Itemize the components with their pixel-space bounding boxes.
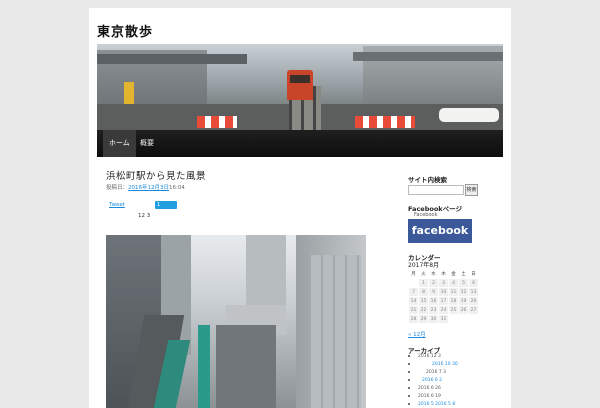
main-navigation: ホーム 概要: [97, 130, 503, 157]
calendar-day: 7: [409, 288, 418, 296]
calendar-day: 10: [439, 288, 448, 296]
calendar-day: 8: [419, 288, 428, 296]
archive-item[interactable]: 2016 10 30: [408, 362, 458, 367]
search-input[interactable]: [408, 185, 464, 195]
post-meta: 投稿日：2016年12月3日16:04: [106, 183, 185, 191]
calendar-day: 17: [439, 297, 448, 305]
search-widget-title: サイト内検索: [408, 176, 447, 184]
calendar-day: 24: [439, 306, 448, 314]
calendar-day: 2: [429, 279, 438, 287]
calendar-day: 13: [469, 288, 478, 296]
calendar-day: [459, 315, 468, 323]
weekday-label: 金: [451, 272, 456, 277]
tweet-button[interactable]: Tweet: [109, 202, 125, 208]
calendar-day: 9: [429, 288, 438, 296]
calendar-week-row: 21 22 23 24 25 26 27: [409, 306, 478, 314]
nav-item-about[interactable]: 概要: [134, 130, 160, 157]
weekday-label: 月: [411, 272, 416, 277]
calendar-day: 19: [459, 297, 468, 305]
calendar-day: 21: [409, 306, 418, 314]
header-image: [97, 44, 503, 130]
calendar-day: [449, 315, 458, 323]
post-photo: [106, 235, 366, 408]
weekday-label: 日: [471, 272, 476, 277]
calendar-day: 16: [429, 297, 438, 305]
calendar-day: 18: [449, 297, 458, 305]
archive-item[interactable]: 2016 6 26: [408, 386, 441, 391]
archive-item[interactable]: 2016 7 3: [408, 370, 446, 375]
calendar-prev-link[interactable]: « 12月: [408, 330, 426, 338]
calendar-day: 22: [419, 306, 428, 314]
calendar-week-row: 28 29 30 31: [409, 315, 478, 323]
weekday-label: 土: [461, 272, 466, 277]
calendar-day: 5: [459, 279, 468, 287]
search-button[interactable]: 検索: [465, 184, 478, 196]
calendar-week-row: 7 8 9 10 11 12 13: [409, 288, 478, 296]
archive-item[interactable]: 2016 12 3: [408, 354, 441, 359]
calendar-day: 25: [449, 306, 458, 314]
calendar-day: 3: [439, 279, 448, 287]
weekday-label: 木: [441, 272, 446, 277]
calendar-day: 6: [469, 279, 478, 287]
calendar-day: [469, 315, 478, 323]
page-container: 東京散歩 ホーム 概要 浜松町駅から見た風景 投稿日：2016年12月3日16:…: [89, 8, 511, 408]
calendar-day: 31: [439, 315, 448, 323]
calendar-day: 28: [409, 315, 418, 323]
calendar-day: 11: [449, 288, 458, 296]
calendar-caption: 2017年8月: [408, 262, 440, 269]
calendar-day: 1: [419, 279, 428, 287]
weekday-label: 水: [431, 272, 436, 277]
calendar-day: 4: [449, 279, 458, 287]
weekday-label: 火: [421, 272, 426, 277]
like-count: 12 3: [138, 213, 151, 219]
calendar-day: 15: [419, 297, 428, 305]
calendar-day: 27: [469, 306, 478, 314]
calendar-day: 23: [429, 306, 438, 314]
archive-item[interactable]: 2016 6 19: [408, 394, 441, 399]
calendar-day: 30: [429, 315, 438, 323]
calendar-day: 14: [409, 297, 418, 305]
calendar-week-row: 1 2 3 4 5 6: [409, 279, 478, 287]
calendar-day: 20: [469, 297, 478, 305]
post-time: 16:04: [169, 185, 185, 191]
calendar-day: 26: [459, 306, 468, 314]
archive-item[interactable]: 2016 6 2: [408, 378, 442, 383]
calendar-week-row: 14 15 16 17 18 19 20: [409, 297, 478, 305]
post-meta-prefix: 投稿日：: [106, 185, 129, 191]
facebook-sub-label[interactable]: Facebook: [414, 212, 438, 218]
facebook-logo[interactable]: facebook: [408, 219, 472, 243]
calendar-day: 12: [459, 288, 468, 296]
calendar-day: [409, 279, 418, 287]
calendar-table: 月 火 水 木 金 土 日 1 2 3 4 5 6 7 8 9 10 11 12…: [408, 269, 479, 324]
nav-item-home[interactable]: ホーム: [103, 130, 136, 157]
site-title[interactable]: 東京散歩: [97, 21, 153, 40]
like-button[interactable]: 1: [155, 201, 177, 209]
calendar-weekday-row: 月 火 水 木 金 土 日: [409, 270, 478, 278]
post-date-link[interactable]: 2016年12月3日: [128, 185, 169, 191]
post-title[interactable]: 浜松町駅から見た風景: [106, 168, 206, 182]
calendar-day: 29: [419, 315, 428, 323]
archive-item[interactable]: 2016 5 2016 5 8: [408, 402, 455, 407]
